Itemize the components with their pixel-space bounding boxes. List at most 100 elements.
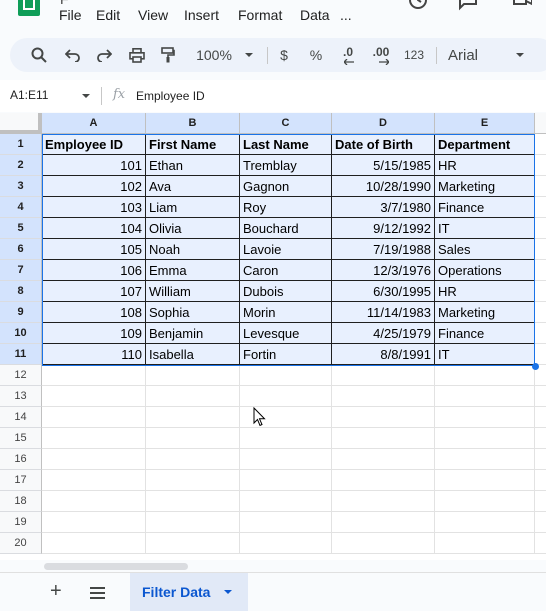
empty-cell[interactable] xyxy=(535,239,546,260)
row-header-3[interactable]: 3 xyxy=(0,176,42,197)
sheets-logo-icon[interactable] xyxy=(18,0,40,16)
table-cell[interactable]: 109 xyxy=(42,323,146,344)
empty-cell[interactable] xyxy=(535,323,546,344)
empty-cell[interactable] xyxy=(42,533,146,554)
table-cell[interactable]: Emma xyxy=(146,260,240,281)
empty-cell[interactable] xyxy=(332,491,435,512)
row-header-14[interactable]: 14 xyxy=(0,407,42,428)
table-cell[interactable]: 6/30/1995 xyxy=(332,281,435,302)
row-header-7[interactable]: 7 xyxy=(0,260,42,281)
empty-cell[interactable] xyxy=(535,155,546,176)
empty-cell[interactable] xyxy=(146,365,240,386)
empty-cell[interactable] xyxy=(535,176,546,197)
table-cell[interactable]: Morin xyxy=(240,302,332,323)
name-box-chevron-icon[interactable] xyxy=(82,94,90,98)
empty-cell[interactable] xyxy=(332,512,435,533)
table-cell[interactable]: Marketing xyxy=(435,176,535,197)
table-cell[interactable]: Marketing xyxy=(435,302,535,323)
table-cell[interactable]: 10/28/1990 xyxy=(332,176,435,197)
document-title[interactable]: F xyxy=(60,0,69,7)
empty-cell[interactable] xyxy=(146,533,240,554)
row-header-17[interactable]: 17 xyxy=(0,470,42,491)
empty-cell[interactable] xyxy=(535,512,546,533)
empty-cell[interactable] xyxy=(240,533,332,554)
empty-cell[interactable] xyxy=(535,134,546,155)
empty-cell[interactable] xyxy=(146,428,240,449)
sheet-tab-chevron-icon[interactable] xyxy=(224,590,233,594)
menu-format[interactable]: Format xyxy=(238,7,282,23)
empty-cell[interactable] xyxy=(42,386,146,407)
table-cell[interactable]: 103 xyxy=(42,197,146,218)
table-cell[interactable]: 104 xyxy=(42,218,146,239)
empty-cell[interactable] xyxy=(240,470,332,491)
table-cell[interactable]: Gagnon xyxy=(240,176,332,197)
row-header-8[interactable]: 8 xyxy=(0,281,42,302)
comment-icon[interactable] xyxy=(458,0,478,14)
empty-cell[interactable] xyxy=(535,449,546,470)
table-cell[interactable]: Ethan xyxy=(146,155,240,176)
empty-cell[interactable] xyxy=(146,407,240,428)
empty-cell[interactable] xyxy=(42,428,146,449)
zoom-dropdown-chevron-icon[interactable] xyxy=(243,38,255,72)
table-cell[interactable]: 12/3/1976 xyxy=(332,260,435,281)
row-header-6[interactable]: 6 xyxy=(0,239,42,260)
table-cell[interactable]: 107 xyxy=(42,281,146,302)
increase-decimal-button[interactable]: .00 xyxy=(369,38,393,72)
table-cell[interactable]: 5/15/1985 xyxy=(332,155,435,176)
select-all-corner[interactable] xyxy=(0,113,42,134)
empty-cell[interactable] xyxy=(435,491,535,512)
column-header-e[interactable]: E xyxy=(435,113,535,134)
menu-more[interactable]: ... xyxy=(340,7,352,23)
table-cell[interactable]: 110 xyxy=(42,344,146,365)
column-header-c[interactable]: C xyxy=(240,113,332,134)
font-select[interactable]: Arial xyxy=(448,38,482,72)
empty-cell[interactable] xyxy=(42,365,146,386)
empty-cell[interactable] xyxy=(535,218,546,239)
table-cell[interactable]: Sophia xyxy=(146,302,240,323)
empty-cell[interactable] xyxy=(240,491,332,512)
table-cell[interactable]: IT xyxy=(435,344,535,365)
empty-cell[interactable] xyxy=(535,428,546,449)
table-cell[interactable]: 3/7/1980 xyxy=(332,197,435,218)
zoom-select[interactable]: 100% xyxy=(193,38,235,72)
header-cell[interactable]: First Name xyxy=(146,134,240,155)
video-call-icon[interactable] xyxy=(512,0,532,14)
empty-cell[interactable] xyxy=(435,470,535,491)
empty-cell[interactable] xyxy=(332,470,435,491)
table-cell[interactable]: Olivia xyxy=(146,218,240,239)
table-cell[interactable]: 106 xyxy=(42,260,146,281)
empty-cell[interactable] xyxy=(240,365,332,386)
header-cell[interactable]: Employee ID xyxy=(42,134,146,155)
table-cell[interactable]: William xyxy=(146,281,240,302)
empty-cell[interactable] xyxy=(42,407,146,428)
menu-file[interactable]: File xyxy=(59,7,82,23)
empty-cell[interactable] xyxy=(435,365,535,386)
empty-cell[interactable] xyxy=(42,470,146,491)
empty-cell[interactable] xyxy=(535,407,546,428)
table-cell[interactable]: Isabella xyxy=(146,344,240,365)
empty-cell[interactable] xyxy=(146,512,240,533)
table-cell[interactable]: 7/19/1988 xyxy=(332,239,435,260)
row-header-13[interactable]: 13 xyxy=(0,386,42,407)
empty-cell[interactable] xyxy=(435,533,535,554)
empty-cell[interactable] xyxy=(42,449,146,470)
table-cell[interactable]: Finance xyxy=(435,323,535,344)
empty-cell[interactable] xyxy=(435,386,535,407)
row-header-4[interactable]: 4 xyxy=(0,197,42,218)
empty-cell[interactable] xyxy=(535,386,546,407)
all-sheets-icon[interactable] xyxy=(90,587,105,599)
empty-cell[interactable] xyxy=(146,386,240,407)
table-cell[interactable]: Dubois xyxy=(240,281,332,302)
row-header-18[interactable]: 18 xyxy=(0,491,42,512)
table-cell[interactable]: 11/14/1983 xyxy=(332,302,435,323)
table-cell[interactable]: Bouchard xyxy=(240,218,332,239)
table-cell[interactable]: 108 xyxy=(42,302,146,323)
table-cell[interactable]: Roy xyxy=(240,197,332,218)
table-cell[interactable]: Operations xyxy=(435,260,535,281)
empty-cell[interactable] xyxy=(535,260,546,281)
row-header-12[interactable]: 12 xyxy=(0,365,42,386)
menu-insert[interactable]: Insert xyxy=(184,7,219,23)
font-dropdown-chevron-icon[interactable] xyxy=(514,38,526,72)
empty-cell[interactable] xyxy=(435,428,535,449)
menu-data[interactable]: Data xyxy=(300,7,330,23)
